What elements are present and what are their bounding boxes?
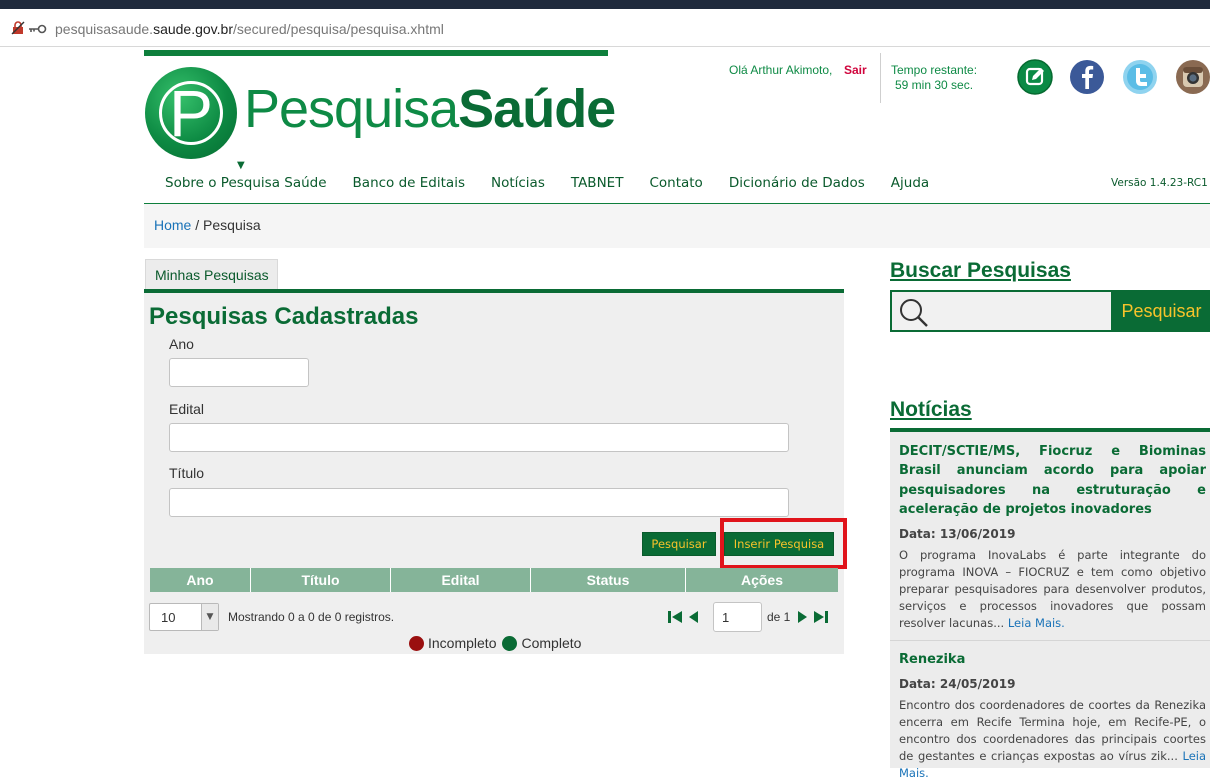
edital-input[interactable] [169,423,789,452]
breadcrumb-current: Pesquisa [203,217,261,233]
news-list: DECIT/SCTIE/MS, Fiocruz e Biominas Brasi… [890,428,1210,778]
nav-item-contato[interactable]: Contato [649,175,702,191]
logo-text[interactable]: PesquisaSaúde [244,78,616,140]
logout-link[interactable]: Sair [844,63,867,77]
nav-item-sobre[interactable]: Sobre o Pesquisa Saúde [165,175,327,191]
search-input[interactable]: Pesquisar [890,290,1210,332]
highlight-box [720,518,847,569]
logo-top-bar [144,50,608,56]
version-label: Versão 1.4.23-RC1 [1111,177,1208,189]
news-summary: O programa InovaLabs é parte integrante … [899,548,1206,631]
page-size-select[interactable]: 10 ▼ [149,603,219,631]
titulo-label: Título [169,465,205,481]
breadcrumb-bar: Home / Pesquisa [144,204,1210,248]
breadcrumb-home[interactable]: Home [154,217,191,233]
legend-incomplete: Incompleto [428,635,497,651]
nav-item-dicionario[interactable]: Dicionário de Dados [729,175,865,191]
titulo-input[interactable] [169,488,789,517]
session-time-value: 59 min 30 sec. [895,78,974,92]
user-greeting: Olá Arthur Akimoto, [729,63,833,77]
page-size-value: 10 [161,610,176,625]
column-header-acoes[interactable]: Ações [686,568,838,592]
session-time-label: Tempo restante: [891,63,978,77]
pesquisas-panel: Pesquisas Cadastradas Ano Edital Título … [144,289,847,654]
chevron-down-icon[interactable]: ▼ [201,604,218,630]
page-title: Pesquisas Cadastradas [149,303,419,330]
edital-label: Edital [169,401,205,417]
url-text: pesquisasaude.saude.gov.br/secured/pesqu… [55,21,444,37]
first-page-icon[interactable] [667,609,683,625]
news-section-title: Notícias [890,398,972,421]
news-headline[interactable]: Renezika [899,650,1206,669]
table-header: Ano Título Edital Status Ações [150,568,838,592]
instagram-icon[interactable] [1175,59,1210,95]
complete-dot-icon [502,635,518,651]
previous-page-icon[interactable] [687,609,701,625]
status-legend: Incompleto Completo [409,635,581,651]
search-submit-button[interactable]: Pesquisar [1111,290,1210,332]
search-section-title: Buscar Pesquisas [890,259,1071,282]
pager-back-group [667,609,701,625]
address-bar[interactable]: pesquisasaude.saude.gov.br/secured/pesqu… [0,9,1210,47]
not-secure-icon [11,21,25,35]
search-button[interactable]: Pesquisar [642,532,716,556]
news-summary: Encontro dos coordenadores de coortes da… [899,697,1206,778]
header-divider [880,53,881,103]
logo-icon[interactable]: P [145,67,237,159]
news-item: DECIT/SCTIE/MS, Fiocruz e Biominas Brasi… [890,442,1210,632]
ano-input[interactable] [169,358,309,387]
tab-minhas-pesquisas[interactable]: Minhas Pesquisas [145,259,278,289]
nav-item-banco-de-editais[interactable]: Banco de Editais [353,175,465,191]
twitter-icon[interactable] [1122,59,1158,95]
column-header-ano[interactable]: Ano [150,568,251,592]
edit-icon[interactable] [1017,59,1053,95]
nav-item-ajuda[interactable]: Ajuda [891,175,929,191]
key-icon[interactable] [29,24,47,34]
column-header-status[interactable]: Status [531,568,686,592]
news-date: Data: 13/06/2019 [899,527,1016,542]
pager-forward-group [795,609,829,625]
next-page-icon[interactable] [795,609,809,625]
browser-top-strip [0,0,1210,9]
column-header-titulo[interactable]: Título [251,568,391,592]
incomplete-dot-icon [409,635,424,651]
page-total: de 1 [767,610,791,624]
news-date: Data: 24/05/2019 [899,677,1016,692]
read-more-link[interactable]: Leia Mais. [1008,616,1065,630]
last-page-icon[interactable] [813,609,829,625]
facebook-icon[interactable] [1069,59,1105,95]
main-nav: Sobre o Pesquisa Saúde Banco de Editais … [165,175,955,191]
search-icon [900,299,928,327]
news-headline[interactable]: DECIT/SCTIE/MS, Fiocruz e Biominas Brasi… [899,442,1206,519]
ano-label: Ano [169,336,194,352]
records-info: Mostrando 0 a 0 de 0 registros. [228,610,395,624]
nav-item-noticias[interactable]: Notícias [491,175,545,191]
column-header-edital[interactable]: Edital [391,568,531,592]
page-number-input[interactable]: 1 [713,602,762,632]
breadcrumb: Home / Pesquisa [154,217,261,233]
nav-item-tabnet[interactable]: TABNET [571,175,624,191]
nav-active-indicator: ▼ [237,160,245,171]
news-item: Renezika Data: 24/05/2019 Encontro dos c… [890,640,1210,778]
legend-complete: Completo [521,635,582,651]
